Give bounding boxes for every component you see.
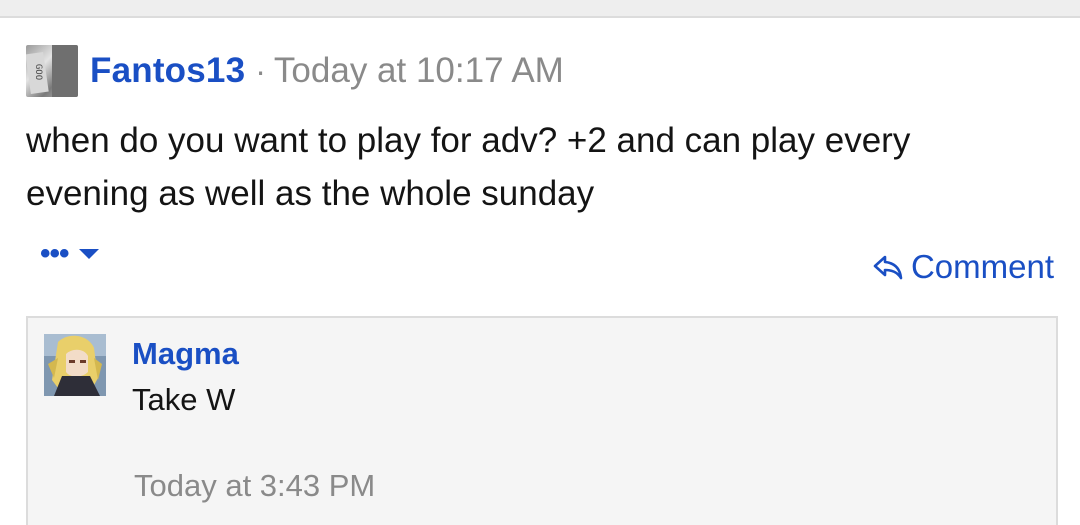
post-header: GOO Fantos13 · Today at 10:17 AM	[26, 44, 564, 98]
comment-item: Magma Take W Today at 3:43 PM	[26, 316, 1058, 525]
caret-down-icon	[78, 249, 99, 259]
post: GOO Fantos13 · Today at 10:17 AM when do…	[0, 18, 1080, 525]
comment-timestamp[interactable]: Today at 3:43 PM	[134, 468, 375, 504]
comment-text: Take W	[132, 382, 236, 417]
anime-character-avatar-icon	[44, 334, 106, 396]
post-message: when do you want to play for adv? +2 and…	[26, 121, 911, 213]
post-actions: ••• Comment	[0, 237, 1080, 292]
comment-button-label: Comment	[910, 248, 1054, 285]
comment-author-link[interactable]: Magma	[132, 336, 239, 372]
reply-arrow-icon	[873, 255, 903, 280]
more-dots-label: •••	[40, 237, 69, 270]
comment-avatar[interactable]	[44, 334, 106, 396]
avatar[interactable]: GOO	[26, 45, 78, 97]
post-author-link[interactable]: Fantos13	[90, 51, 245, 91]
conversation-page: GOO Fantos13 · Today at 10:17 AM when do…	[0, 0, 1080, 525]
meta-separator: ·	[255, 52, 266, 89]
comment-button[interactable]: Comment	[871, 248, 1054, 286]
post-timestamp[interactable]: Today at 10:17 AM	[274, 51, 564, 91]
more-options-button[interactable]: •••	[40, 237, 99, 270]
previous-post-divider	[0, 0, 1080, 18]
